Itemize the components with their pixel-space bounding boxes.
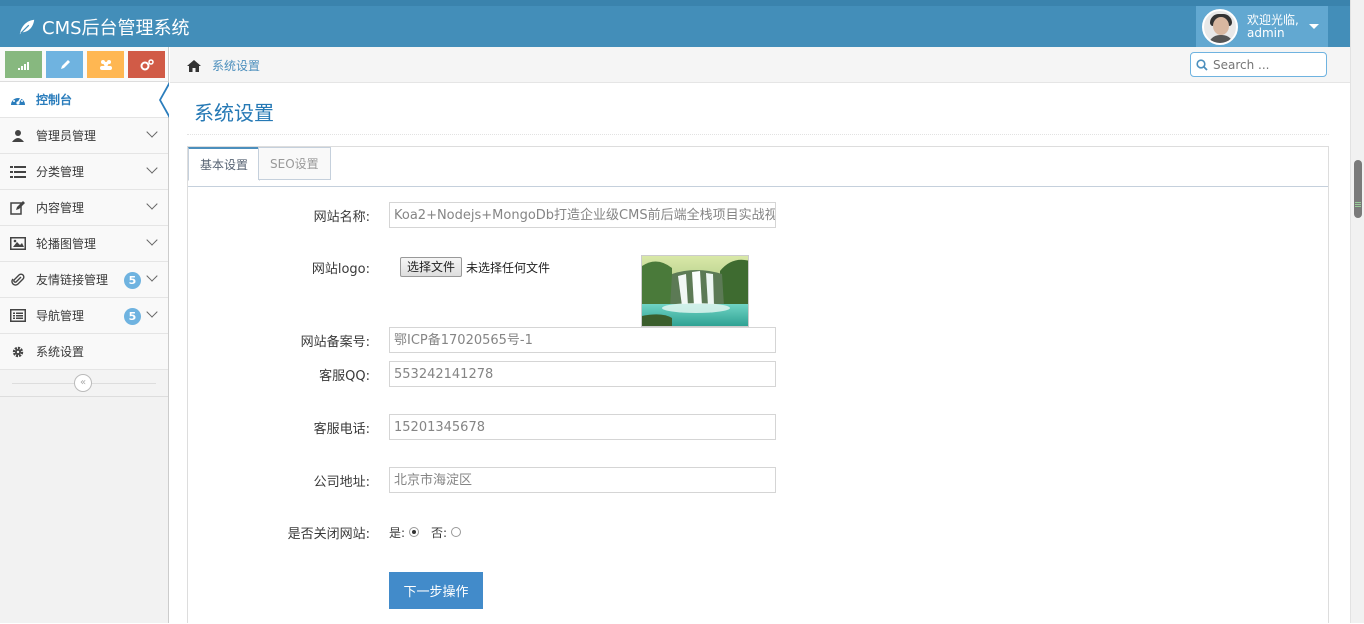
app-title: CMS后台管理系统 (42, 18, 190, 39)
shortcut-users-button[interactable] (87, 51, 124, 78)
chevron-down-icon (146, 198, 158, 210)
sidebar-item-label: 控制台 (36, 93, 73, 107)
radio-no-label: 否: (431, 525, 448, 540)
search-box[interactable] (1190, 52, 1327, 77)
top-navbar: CMS后台管理系统 欢迎光临, admin (0, 0, 1350, 47)
home-icon[interactable] (186, 59, 202, 73)
sidebar-item-label: 内容管理 (36, 201, 85, 215)
cog-icon (10, 344, 26, 360)
users-icon (10, 128, 26, 144)
shortcut-signal-button[interactable] (5, 51, 42, 78)
chevron-down-icon (146, 162, 158, 174)
edit-icon (10, 200, 26, 216)
signal-icon (17, 61, 29, 70)
breadcrumb-current[interactable]: 系统设置 (212, 57, 260, 74)
sidebar-item-links[interactable]: 友情链接管理 5 (0, 262, 168, 298)
qq-field[interactable]: 553242141278 (389, 361, 776, 387)
close-site-label: 是否关闭网站: (287, 526, 370, 542)
list-icon (10, 164, 26, 180)
close-site-row: 是否关闭网站: 是: 否: (188, 519, 1328, 545)
paperclip-icon (10, 272, 26, 288)
icp-row: 网站备案号: 鄂ICP备17020565号-1 (188, 327, 1328, 353)
tab-seo-settings[interactable]: SEO设置 (258, 147, 331, 180)
sidebar-item-settings[interactable]: 系统设置 (0, 334, 168, 370)
list-alt-icon (10, 308, 26, 324)
site-name-label: 网站名称: (313, 209, 370, 225)
sidebar-item-label: 友情链接管理 (36, 273, 109, 287)
active-indicator (159, 82, 170, 118)
user-menu[interactable]: 欢迎光临, admin (1196, 6, 1328, 47)
count-badge: 5 (124, 272, 141, 289)
logo-preview-image (641, 255, 749, 327)
sidebar-item-label: 系统设置 (36, 345, 85, 359)
pencil-icon (60, 59, 70, 69)
tab-basic-settings[interactable]: 基本设置 (188, 147, 261, 181)
site-name-field[interactable]: Koa2+Nodejs+MongoDb打造企业级CMS前后端全栈项目实战视频教 (389, 202, 776, 228)
sidebar-item-navigation[interactable]: 导航管理 5 (0, 298, 168, 334)
sidebar-item-carousel[interactable]: 轮播图管理 (0, 226, 168, 262)
tab-bar: 基本设置 SEO设置 (188, 147, 1328, 187)
close-site-options: 是: 否: (389, 524, 462, 541)
sidebar: 控制台 管理员管理 分类管理 内容管理 轮播图管理 友情链接管理 5 导航管理 … (0, 47, 170, 623)
file-status: 未选择任何文件 (466, 260, 551, 275)
address-label: 公司地址: (313, 474, 370, 490)
sidebar-item-label: 管理员管理 (36, 129, 97, 143)
qq-label: 客服QQ: (319, 368, 370, 384)
chevron-down-icon (146, 270, 158, 282)
icp-field[interactable]: 鄂ICP备17020565号-1 (389, 327, 776, 353)
radio-yes[interactable] (409, 527, 420, 537)
cogs-icon (140, 58, 154, 70)
address-row: 公司地址: 北京市海淀区 (188, 467, 1328, 493)
sidebar-item-admins[interactable]: 管理员管理 (0, 118, 168, 154)
phone-field[interactable]: 15201345678 (389, 414, 776, 440)
dashboard-icon (10, 92, 26, 108)
caret-down-icon (1308, 24, 1319, 29)
icp-label: 网站备案号: (300, 334, 370, 350)
sidebar-item-dashboard[interactable]: 控制台 (0, 82, 170, 118)
settings-tabpanel: 基本设置 SEO设置 网站名称: Koa2+Nodejs+MongoDb打造企业… (187, 146, 1329, 624)
sidebar-shortcuts (0, 47, 168, 82)
phone-label: 客服电话: (313, 421, 370, 437)
scrollbar-thumb[interactable] (1354, 160, 1362, 218)
sidebar-item-label: 轮播图管理 (36, 237, 97, 251)
users-icon (99, 59, 112, 70)
page-title: 系统设置 (194, 101, 274, 125)
chevron-down-icon (146, 234, 158, 246)
leaf-icon (19, 19, 35, 35)
sidebar-item-content[interactable]: 内容管理 (0, 190, 168, 226)
brand[interactable]: CMS后台管理系统 (18, 14, 190, 40)
search-input[interactable] (1213, 57, 1323, 72)
site-logo-row: 网站logo: 选择文件 未选择任何文件 (188, 254, 1328, 280)
chevron-down-icon (146, 126, 158, 138)
sidebar-collapse: « (0, 370, 168, 397)
radio-no[interactable] (451, 527, 462, 537)
qq-row: 客服QQ: 553242141278 (188, 361, 1328, 387)
shortcut-pencil-button[interactable] (46, 51, 83, 78)
user-info: 欢迎光临, admin (1247, 12, 1299, 40)
collapse-sidebar-button[interactable]: « (74, 374, 92, 392)
scrollbar[interactable] (1350, 0, 1364, 623)
shortcut-cogs-button[interactable] (128, 51, 165, 78)
site-logo-label: 网站logo: (311, 261, 370, 277)
page-header: 系统设置 (187, 83, 1329, 135)
site-name-row: 网站名称: Koa2+Nodejs+MongoDb打造企业级CMS前后端全栈项目… (188, 202, 1328, 228)
settings-form: 网站名称: Koa2+Nodejs+MongoDb打造企业级CMS前后端全栈项目… (188, 188, 1328, 624)
sidebar-item-label: 分类管理 (36, 165, 85, 179)
count-badge: 5 (124, 308, 141, 325)
sidebar-item-label: 导航管理 (36, 309, 85, 323)
avatar (1202, 8, 1238, 45)
user-name: admin (1247, 25, 1285, 40)
address-field[interactable]: 北京市海淀区 (389, 467, 776, 493)
choose-file-button[interactable]: 选择文件 (400, 257, 463, 277)
sidebar-item-categories[interactable]: 分类管理 (0, 154, 168, 190)
picture-icon (10, 236, 26, 252)
phone-row: 客服电话: 15201345678 (188, 414, 1328, 440)
user-greeting: 欢迎光临, (1247, 12, 1299, 27)
chevron-down-icon (146, 306, 158, 318)
radio-yes-label: 是: (389, 525, 406, 540)
search-icon (1196, 58, 1208, 71)
next-step-button[interactable]: 下一步操作 (389, 572, 483, 609)
breadcrumb: 系统设置 (170, 47, 1350, 83)
